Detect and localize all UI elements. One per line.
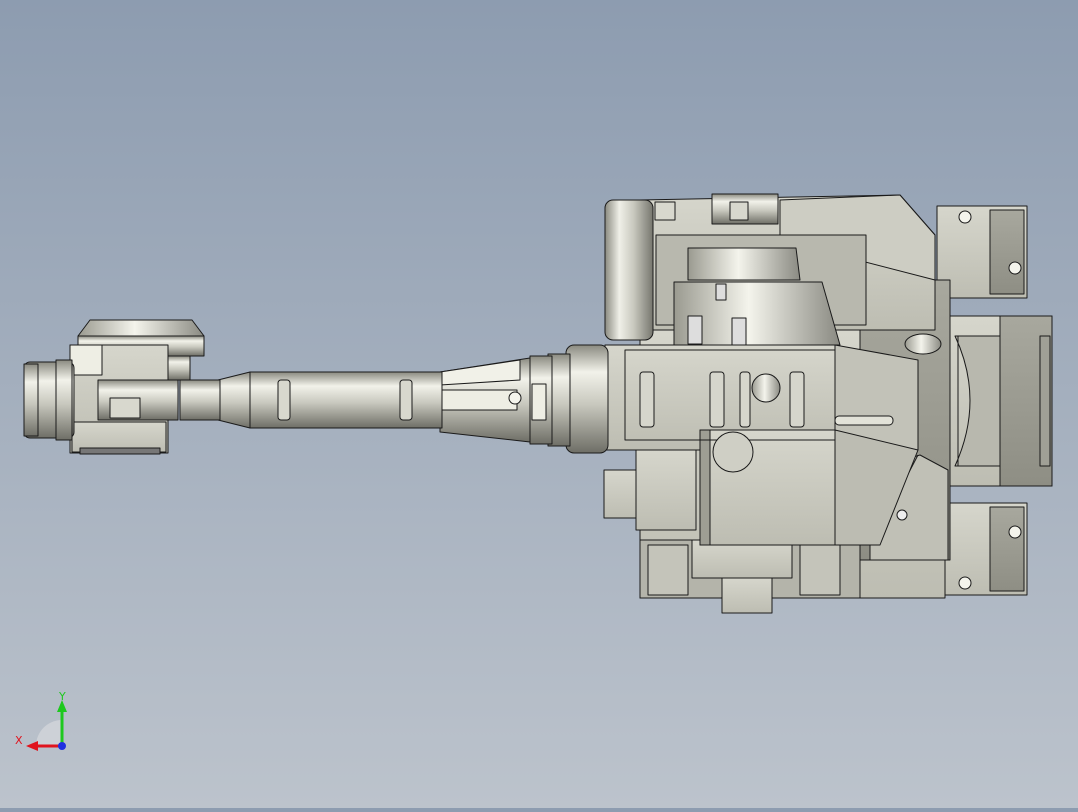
z-axis-dot bbox=[58, 742, 66, 750]
bolt-hole bbox=[1008, 261, 1022, 275]
bolt-hole bbox=[958, 210, 972, 224]
x-arrow-head bbox=[26, 741, 38, 751]
robot-base[interactable] bbox=[936, 205, 1053, 596]
label-plate bbox=[531, 383, 547, 421]
forearm[interactable] bbox=[179, 344, 609, 454]
model-canvas[interactable]: Y X bbox=[0, 0, 1078, 808]
wrist[interactable] bbox=[23, 319, 205, 455]
wrist-cap bbox=[77, 319, 205, 337]
coordinate-triad: Y X bbox=[15, 690, 67, 751]
bolt-hole bbox=[1008, 525, 1022, 539]
x-axis-label: X bbox=[15, 734, 23, 747]
lower-connector bbox=[721, 577, 773, 614]
grease-cap bbox=[904, 333, 942, 355]
shoulder-upper[interactable] bbox=[604, 193, 936, 347]
bolt-hole bbox=[958, 576, 972, 590]
j3-flange bbox=[565, 344, 609, 454]
cad-viewport[interactable]: Y X bbox=[0, 0, 1078, 808]
motor-cap-top bbox=[687, 247, 801, 281]
y-axis-label: Y bbox=[58, 690, 66, 703]
triad-plane-icon bbox=[36, 720, 62, 746]
cable-tube bbox=[604, 199, 654, 341]
